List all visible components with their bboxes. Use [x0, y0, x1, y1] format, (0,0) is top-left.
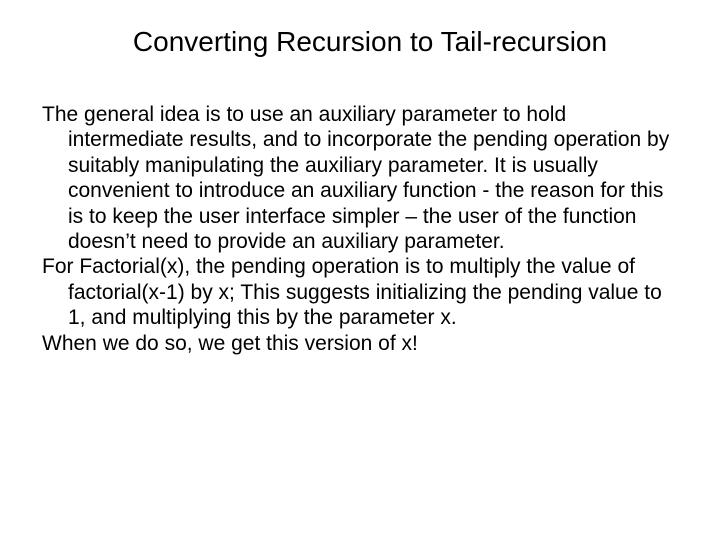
slide-title: Converting Recursion to Tail-recursion: [42, 26, 678, 58]
paragraph-1: The general idea is to use an auxiliary …: [42, 102, 678, 254]
slide: Converting Recursion to Tail-recursion T…: [0, 0, 720, 540]
paragraph-3: When we do so, we get this version of x!: [42, 331, 678, 356]
paragraph-2: For Factorial(x), the pending operation …: [42, 254, 678, 330]
slide-body: The general idea is to use an auxiliary …: [42, 102, 678, 356]
